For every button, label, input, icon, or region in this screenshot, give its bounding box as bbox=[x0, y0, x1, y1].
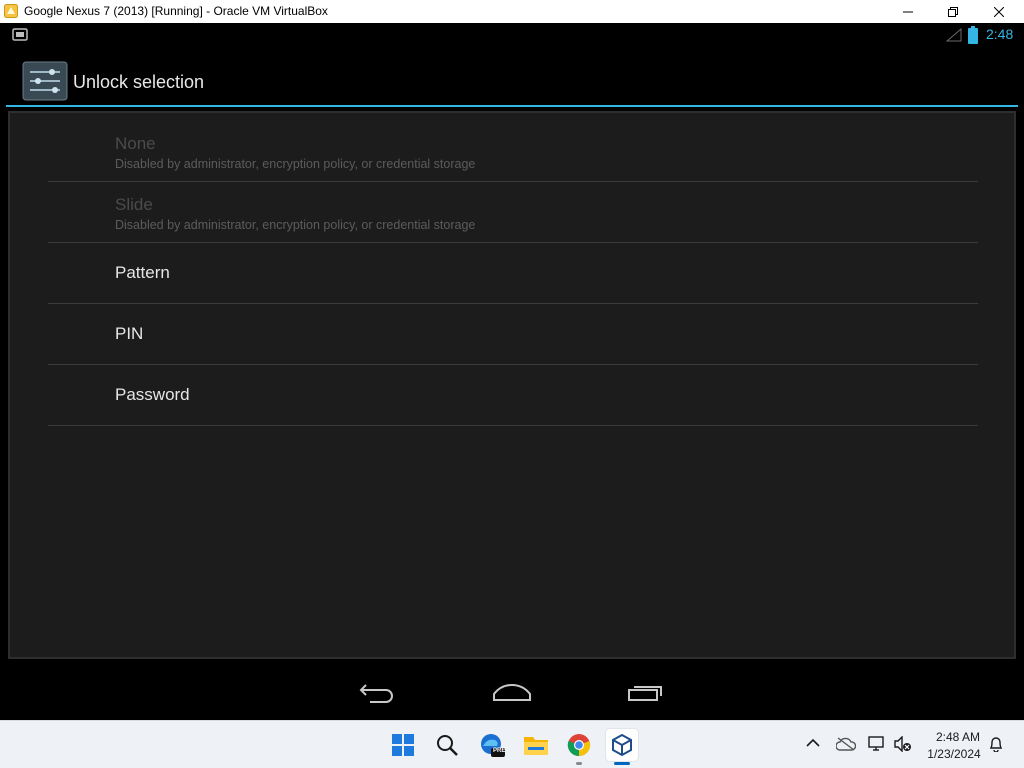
clock-time[interactable]: 2:48 AM bbox=[932, 730, 984, 744]
chrome-running-indicator bbox=[576, 762, 582, 765]
virtualbox-app-icon bbox=[4, 4, 18, 18]
option-summary: Disabled by administrator, encryption po… bbox=[115, 157, 476, 171]
volume-muted-icon[interactable] bbox=[894, 736, 912, 752]
option-pin[interactable]: PIN bbox=[48, 304, 978, 365]
chrome-button[interactable] bbox=[563, 729, 595, 761]
option-none: None Disabled by administrator, encrypti… bbox=[48, 121, 978, 182]
back-button[interactable] bbox=[348, 675, 408, 709]
page-title: Unlock selection bbox=[73, 72, 205, 92]
home-button[interactable] bbox=[482, 675, 542, 709]
home-icon bbox=[493, 683, 531, 701]
android-status-bar: 2:48 bbox=[0, 23, 1024, 47]
search-icon bbox=[437, 735, 458, 756]
option-label: None bbox=[115, 134, 156, 153]
restore-icon bbox=[948, 6, 958, 17]
edge-badge: PRE bbox=[493, 748, 506, 754]
action-bar: Unlock selection bbox=[0, 47, 1024, 105]
option-pattern[interactable]: Pattern bbox=[48, 243, 978, 304]
edge-beta-icon bbox=[481, 734, 505, 757]
recents-icon bbox=[628, 686, 662, 701]
start-button[interactable] bbox=[387, 729, 419, 761]
signal-icon bbox=[946, 28, 962, 42]
option-label: Pattern bbox=[115, 263, 170, 282]
file-explorer-icon bbox=[524, 737, 548, 755]
restore-button[interactable] bbox=[930, 0, 976, 23]
close-button[interactable] bbox=[976, 0, 1022, 23]
close-icon bbox=[994, 6, 1004, 17]
windows-start-icon bbox=[392, 734, 414, 756]
notification-icon[interactable] bbox=[12, 28, 28, 41]
option-password[interactable]: Password bbox=[48, 365, 978, 426]
option-slide: Slide Disabled by administrator, encrypt… bbox=[48, 182, 978, 243]
windows-taskbar: PRE 2:48 AM 1/23/2024 bbox=[0, 720, 1024, 768]
window-title: Google Nexus 7 (2013) [Running] - Oracle… bbox=[24, 4, 328, 18]
virtualbox-active-indicator bbox=[614, 762, 630, 765]
network-icon[interactable] bbox=[868, 736, 886, 752]
settings-sliders-icon[interactable] bbox=[22, 61, 68, 101]
window-titlebar: Google Nexus 7 (2013) [Running] - Oracle… bbox=[0, 0, 1024, 23]
minimize-button[interactable] bbox=[885, 0, 931, 23]
battery-icon bbox=[968, 26, 978, 44]
option-label: PIN bbox=[115, 324, 144, 343]
virtualbox-icon bbox=[612, 733, 632, 757]
option-summary: Disabled by administrator, encryption po… bbox=[115, 218, 476, 232]
android-screen: 2:48 Unlock selection None Disabled by a… bbox=[0, 23, 1024, 720]
android-nav-bar bbox=[0, 663, 1024, 720]
chrome-icon bbox=[567, 734, 591, 757]
chevron-up-icon[interactable] bbox=[806, 738, 820, 748]
status-time: 2:48 bbox=[986, 26, 1014, 42]
back-icon bbox=[359, 684, 393, 703]
virtualbox-button[interactable] bbox=[606, 729, 638, 761]
edge-beta-button[interactable]: PRE bbox=[476, 729, 508, 761]
action-bar-divider bbox=[6, 105, 1018, 107]
notification-bell-icon[interactable] bbox=[989, 736, 1003, 752]
option-label: Slide bbox=[115, 195, 153, 214]
search-button[interactable] bbox=[431, 729, 463, 761]
onedrive-icon[interactable] bbox=[836, 737, 856, 751]
recents-button[interactable] bbox=[616, 675, 676, 709]
unlock-options-list: None Disabled by administrator, encrypti… bbox=[8, 111, 1016, 659]
clock-date[interactable]: 1/23/2024 bbox=[922, 747, 986, 761]
option-label: Password bbox=[115, 385, 190, 404]
minimize-icon bbox=[903, 11, 913, 12]
file-explorer-button[interactable] bbox=[520, 729, 552, 761]
